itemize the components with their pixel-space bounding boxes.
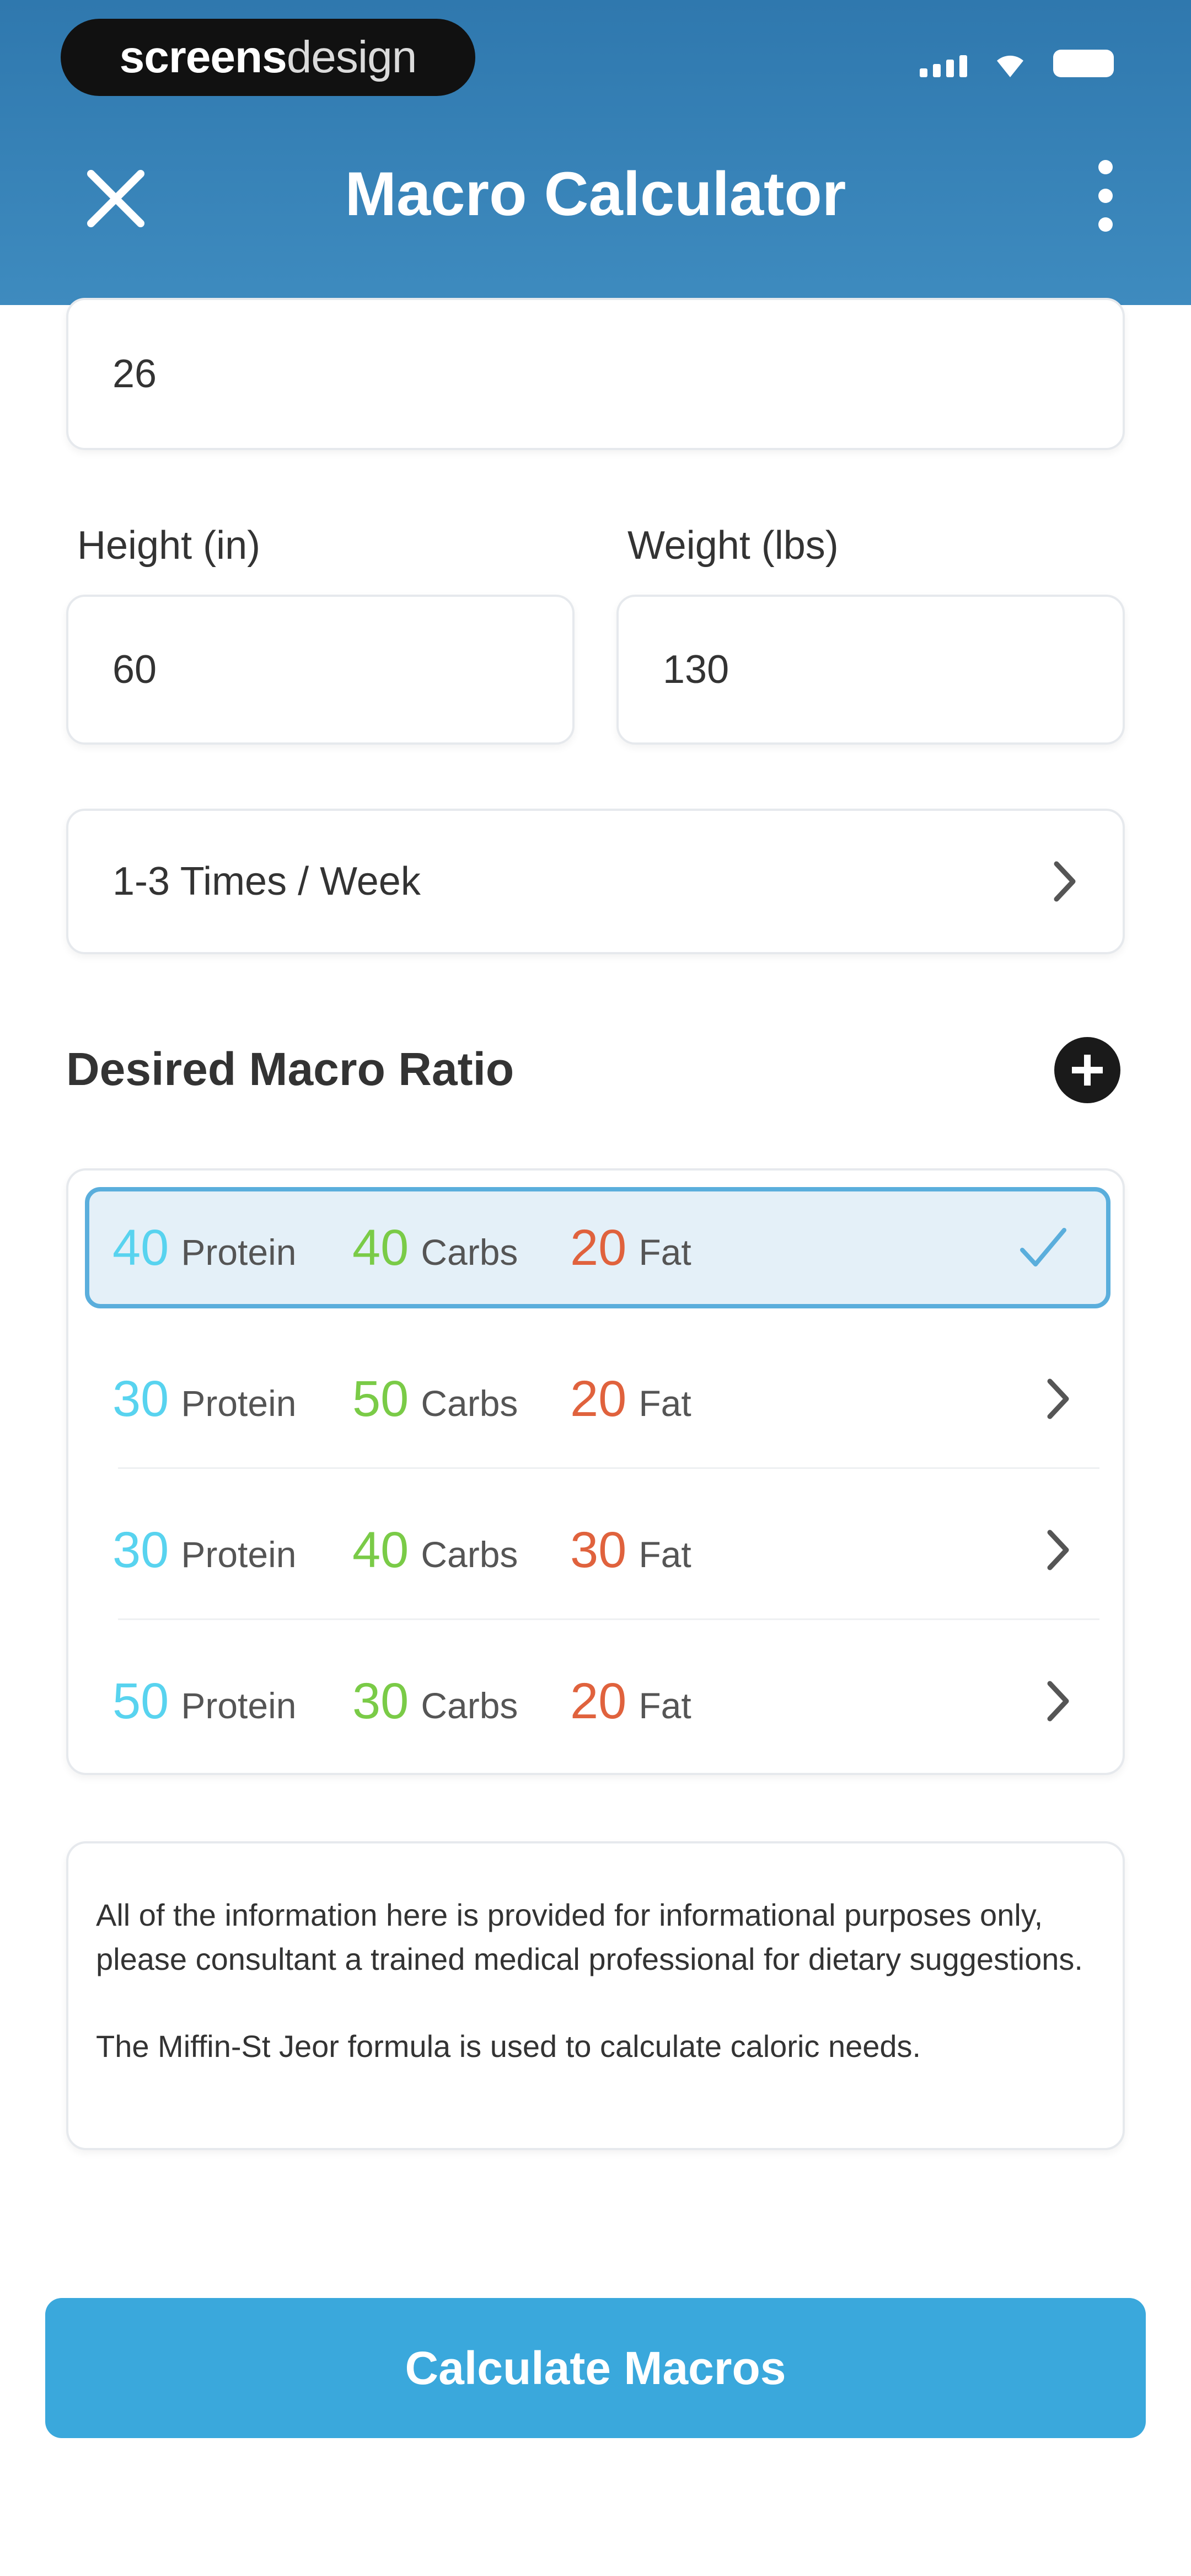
- badge-text-light: design: [286, 32, 417, 82]
- protein-label: Protein: [181, 1533, 297, 1575]
- fat-label: Fat: [639, 1382, 691, 1424]
- signal-icon: [920, 55, 967, 77]
- height-label: Height (in): [77, 523, 261, 568]
- calculate-macros-button[interactable]: Calculate Macros: [45, 2298, 1146, 2438]
- protein-value: 30: [112, 1521, 169, 1578]
- activity-value: 1-3 Times / Week: [112, 859, 421, 904]
- macro-ratio-list: 40 Protein 40 Carbs 20 Fat 30 Protein 50 Carb…: [66, 1168, 1125, 1775]
- fat-value: 20: [570, 1219, 627, 1276]
- disclaimer-card: All of the information here is provided …: [66, 1841, 1125, 2150]
- macro-option-1[interactable]: 40 Protein 40 Carbs 20 Fat: [85, 1187, 1110, 1308]
- protein-label: Protein: [181, 1685, 297, 1726]
- more-vertical-icon[interactable]: [1086, 160, 1125, 232]
- fat-value: 30: [570, 1521, 627, 1578]
- protein-label: Protein: [181, 1382, 297, 1424]
- chevron-right-icon: [1047, 1378, 1069, 1419]
- wifi-icon: [997, 55, 1023, 77]
- weight-value: 130: [663, 648, 729, 692]
- screensdesign-badge: screensdesign: [61, 19, 475, 96]
- carbs-value: 50: [352, 1370, 409, 1427]
- carbs-value: 40: [352, 1219, 409, 1276]
- divider: [118, 1618, 1099, 1620]
- age-field[interactable]: 26: [66, 298, 1125, 450]
- macro-ratio-title: Desired Macro Ratio: [66, 1043, 514, 1095]
- add-circle-icon[interactable]: [1054, 1037, 1120, 1103]
- carbs-label: Carbs: [421, 1382, 518, 1424]
- protein-label: Protein: [181, 1231, 297, 1273]
- height-value: 60: [112, 648, 157, 692]
- app-header: screensdesign Macro Calculator: [0, 0, 1191, 305]
- formula-note: The Miffin-St Jeor formula is used to ca…: [96, 2029, 921, 2064]
- divider: [118, 1467, 1099, 1469]
- age-value: 26: [112, 352, 157, 396]
- fat-label: Fat: [639, 1231, 691, 1273]
- checkmark-icon: [1020, 1228, 1066, 1266]
- fat-label: Fat: [639, 1533, 691, 1575]
- weight-label: Weight (lbs): [627, 523, 839, 568]
- weight-field[interactable]: 130: [616, 595, 1125, 745]
- badge-text-bold: screens: [119, 32, 287, 82]
- protein-value: 40: [112, 1219, 169, 1276]
- fat-label: Fat: [639, 1685, 691, 1726]
- chevron-right-icon: [1054, 861, 1076, 902]
- chevron-right-icon: [1047, 1681, 1069, 1722]
- macro-option-4[interactable]: 50 Protein 30 Carbs 20 Fat: [85, 1640, 1110, 1762]
- activity-selector[interactable]: 1-3 Times / Week: [66, 809, 1125, 954]
- carbs-label: Carbs: [421, 1231, 518, 1273]
- chevron-right-icon: [1047, 1530, 1069, 1570]
- disclaimer-text: All of the information here is provided …: [96, 1898, 1083, 1976]
- carbs-value: 30: [352, 1672, 409, 1729]
- status-icons: [920, 50, 1114, 77]
- page-title: Macro Calculator: [345, 159, 846, 228]
- carbs-label: Carbs: [421, 1533, 518, 1575]
- height-field[interactable]: 60: [66, 595, 575, 745]
- fat-value: 20: [570, 1672, 627, 1729]
- fat-value: 20: [570, 1370, 627, 1427]
- macro-option-2[interactable]: 30 Protein 50 Carbs 20 Fat: [85, 1338, 1110, 1460]
- protein-value: 50: [112, 1672, 169, 1729]
- battery-icon: [1053, 50, 1114, 77]
- carbs-label: Carbs: [421, 1685, 518, 1726]
- macro-option-3[interactable]: 30 Protein 40 Carbs 30 Fat: [85, 1489, 1110, 1611]
- protein-value: 30: [112, 1370, 169, 1427]
- carbs-value: 40: [352, 1521, 409, 1578]
